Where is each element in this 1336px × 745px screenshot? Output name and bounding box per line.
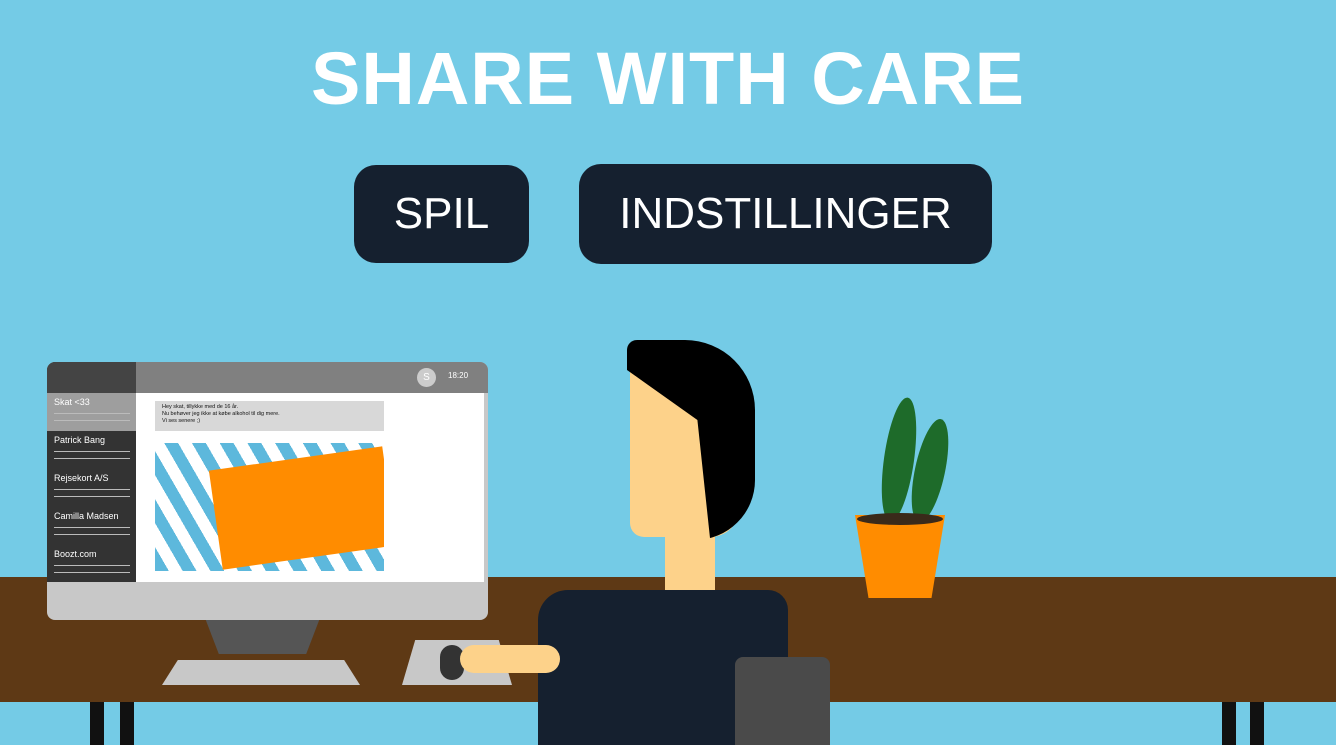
message-line: Hey skat, tillykke med de 16 år. (162, 404, 239, 410)
towel (208, 446, 384, 570)
contact-item[interactable]: Skat <33 (47, 393, 136, 431)
settings-button[interactable]: INDSTILLINGER (579, 164, 992, 264)
plant-pot (855, 515, 945, 598)
contact-item[interactable]: Patrick Bang (47, 431, 136, 469)
avatar: S (417, 368, 436, 387)
contact-name: Boozt.com (54, 549, 97, 559)
monitor-base (162, 660, 360, 685)
sidebar-header (47, 362, 136, 393)
game-title: SHARE WITH CARE (311, 37, 1025, 120)
chair (735, 657, 830, 745)
desk-leg (1222, 702, 1236, 745)
desk-leg (120, 702, 134, 745)
contact-item[interactable]: Camilla Madsen (47, 507, 136, 545)
contact-name: Patrick Bang (54, 435, 106, 445)
plant-soil (857, 513, 943, 525)
contact-item[interactable]: Boozt.com (47, 545, 136, 583)
clock: 18:20 (448, 371, 469, 380)
monitor-stand (205, 618, 320, 654)
contact-name: Camilla Madsen (54, 511, 119, 521)
chat-message: Hey skat, tillykke med de 16 år. Nu behø… (155, 401, 384, 431)
play-button[interactable]: SPIL (354, 165, 529, 263)
desk-leg (90, 702, 104, 745)
desk-leg (1250, 702, 1264, 745)
contact-name: Skat <33 (54, 397, 90, 407)
message-line: Vi ses senere ;) (162, 418, 201, 424)
computer-monitor: Skat <33 Patrick Bang Rejsekort A/S Cami… (47, 362, 488, 620)
contact-name: Rejsekort A/S (54, 473, 109, 483)
contact-sidebar: Skat <33 Patrick Bang Rejsekort A/S Cami… (47, 362, 136, 582)
message-line: Nu behøver jeg ikke at købe alkohol til … (162, 411, 280, 417)
shared-image (155, 443, 384, 571)
chat-area: Hey skat, tillykke med de 16 år. Nu behø… (136, 393, 484, 582)
chat-header: S 18:20 (136, 362, 488, 393)
contact-item[interactable]: Rejsekort A/S (47, 469, 136, 507)
person-arm (460, 645, 560, 673)
